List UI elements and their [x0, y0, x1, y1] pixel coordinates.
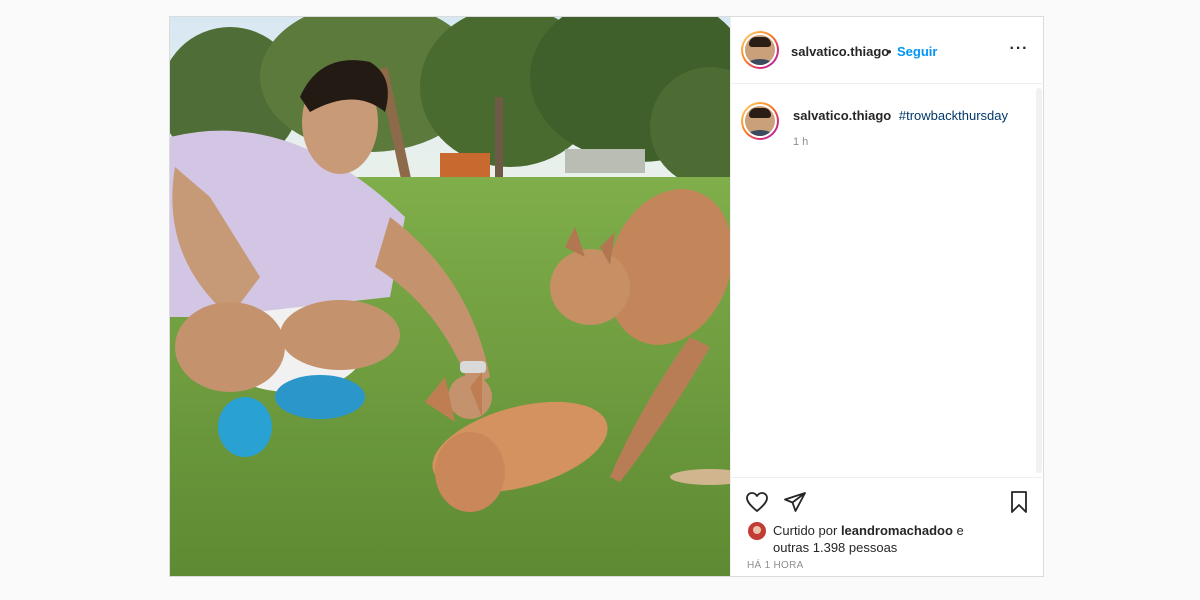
post-timestamp: HÁ 1 HORA: [747, 560, 804, 571]
author-username[interactable]: salvatico.thiago: [791, 44, 889, 59]
post-actions: Curtido por leandromachadoo e outras 1.3…: [731, 477, 1044, 576]
post-photo[interactable]: [170, 17, 730, 576]
comments-scrollbar[interactable]: [1036, 88, 1042, 473]
likes-summary: Curtido por leandromachadoo e outras 1.3…: [773, 522, 964, 556]
comments-section: salvatico.thiago #trowbackthursday 1 h: [731, 84, 1044, 477]
caption-author-avatar[interactable]: [741, 102, 779, 140]
separator-dot: •: [887, 44, 892, 59]
caption-username[interactable]: salvatico.thiago: [793, 108, 891, 123]
author-avatar[interactable]: [741, 31, 779, 69]
post-sidebar: salvatico.thiago • Seguir ··· salvatico.…: [730, 17, 1044, 576]
likes-conjunction: e: [956, 523, 964, 538]
liked-by-avatar[interactable]: [748, 522, 766, 540]
post-card: salvatico.thiago • Seguir ··· salvatico.…: [169, 16, 1044, 577]
caption-hashtag[interactable]: #trowbackthursday: [899, 108, 1008, 123]
follow-button[interactable]: Seguir: [897, 44, 937, 59]
likes-others[interactable]: outras 1.398 pessoas: [773, 540, 897, 555]
more-options-icon[interactable]: ···: [1007, 39, 1031, 59]
heart-icon[interactable]: [745, 490, 769, 519]
caption-time: 1 h: [793, 136, 809, 148]
liked-by-user[interactable]: leandromachadoo: [841, 523, 953, 538]
photo-scene-man-with-kangaroos: [170, 17, 730, 576]
likes-prefix: Curtido por: [773, 523, 838, 538]
paper-plane-icon[interactable]: [783, 490, 807, 519]
caption: salvatico.thiago #trowbackthursday: [793, 108, 1008, 123]
post-header: salvatico.thiago • Seguir ···: [731, 17, 1044, 84]
bookmark-icon[interactable]: [1007, 490, 1031, 519]
